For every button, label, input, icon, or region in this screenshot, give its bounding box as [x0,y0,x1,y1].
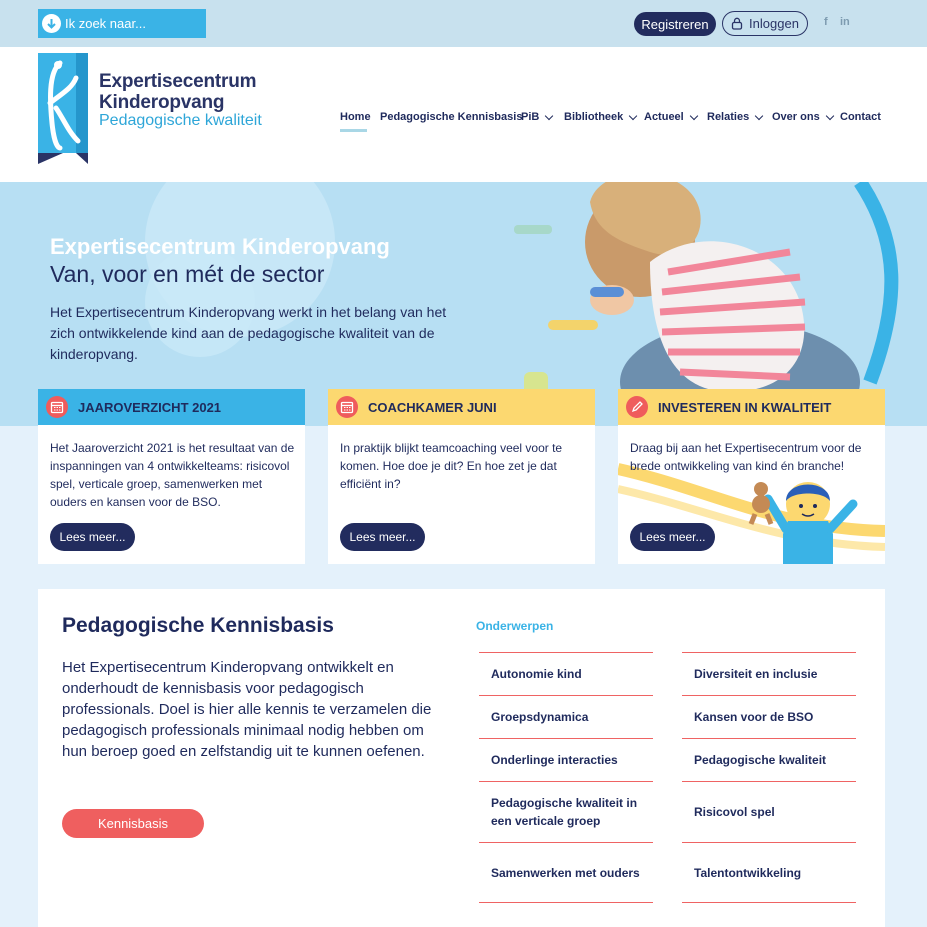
nav-actueel-label: Actueel [644,111,684,123]
card-text: Het Jaaroverzicht 2021 is het resultaat … [50,441,295,509]
nav-over-ons[interactable]: Over ons [772,111,834,123]
hero-subtitle: Van, voor en mét de sector [50,261,325,287]
card-header: COACHKAMER JUNI [328,389,595,425]
chevron-down-icon [825,111,834,120]
chevron-down-icon [689,111,698,120]
nav-bibliotheek[interactable]: Bibliotheek [564,111,638,123]
section-title: Pedagogische Kennisbasis [62,614,334,637]
read-more-button[interactable]: Lees meer... [340,523,425,551]
nav-over-ons-label: Over ons [772,111,820,123]
active-indicator [340,129,367,132]
card-title: INVESTEREN IN KWALITEIT [658,399,832,415]
calendar-icon [46,396,68,418]
card-header: JAAROVERZICHT 2021 [38,389,305,425]
nav-kennisbasis-label: Pedagogische Kennisbasis [380,111,523,123]
chevron-down-icon [629,111,638,120]
nav-kennisbasis[interactable]: Pedagogische Kennisbasis [380,111,522,123]
brand-line-3: Pedagogische kwaliteit [99,112,262,129]
card-text: In praktijk blijkt teamcoaching veel voo… [340,441,563,491]
top-bar: Registreren Inloggen f in [0,0,927,47]
card-text: Draag bij aan het Expertisecentrum voor … [630,441,862,473]
hero-title: Expertisecentrum Kinderopvang [50,234,390,259]
brand-line-2: Kinderopvang [99,92,225,113]
linkedin-icon[interactable]: in [840,16,850,28]
nav-contact[interactable]: Contact [840,111,881,123]
nav-pib-label: PiB [521,111,540,123]
nav-home[interactable]: Home [340,111,371,123]
nav-actueel[interactable]: Actueel [644,111,698,123]
topic-link[interactable]: Pedagogische kwaliteit in een verticale … [479,781,653,842]
card-header: INVESTEREN IN KWALITEIT [618,389,885,425]
nav-pib[interactable]: PiB [521,111,554,123]
register-button[interactable]: Registreren [634,12,716,36]
card-investeren: INVESTEREN IN KWALITEIT Draag bij aan he… [618,389,885,564]
kennisbasis-button[interactable]: Kennisbasis [62,809,204,838]
card-title: JAAROVERZICHT 2021 [78,399,222,415]
download-arrow-icon[interactable] [42,14,61,33]
topic-link[interactable]: Onderlinge interacties [479,738,653,781]
login-label: Inloggen [749,16,799,31]
chevron-down-icon [754,111,764,120]
facebook-icon[interactable]: f [824,16,828,28]
logo-icon[interactable] [38,53,90,164]
topic-link[interactable]: Autonomie kind [479,652,653,695]
section-text: Het Expertisecentrum Kinderopvang ontwik… [62,659,432,760]
pencil-icon [626,396,648,418]
site-header: Expertisecentrum Kinderopvang Pedagogisc… [0,47,927,182]
calendar-icon [336,396,358,418]
search-input[interactable] [65,16,205,31]
search-box[interactable] [38,9,206,38]
brand-line-1: Expertisecentrum [99,71,257,92]
topic-link[interactable]: Kansen voor de BSO [682,695,856,738]
nav-relaties-label: Relaties [707,111,750,123]
card-jaaroverzicht: JAAROVERZICHT 2021 Het Jaaroverzicht 202… [38,389,305,564]
topic-link[interactable]: Groepsdynamica [479,695,653,738]
lock-icon [731,17,743,30]
read-more-button[interactable]: Lees meer... [630,523,715,551]
topics-label: Onderwerpen [476,619,554,633]
chevron-down-icon [545,111,554,120]
nav-home-label: Home [340,111,371,123]
topic-link[interactable]: Diversiteit en inclusie [682,652,856,695]
card-coachkamer: COACHKAMER JUNI In praktijk blijkt teamc… [328,389,595,564]
nav-contact-label: Contact [840,111,881,123]
read-more-button[interactable]: Lees meer... [50,523,135,551]
topic-link[interactable]: Talentontwikkeling [682,842,856,903]
hero-text: Het Expertisecentrum Kinderopvang werkt … [50,304,447,362]
nav-relaties[interactable]: Relaties [707,111,764,123]
nav-bibliotheek-label: Bibliotheek [564,111,624,123]
topic-link[interactable]: Pedagogische kwaliteit [682,738,856,781]
card-title: COACHKAMER JUNI [368,399,497,415]
kennisbasis-section: Pedagogische Kennisbasis Het Expertisece… [38,589,885,927]
login-button[interactable]: Inloggen [722,11,808,36]
topic-link[interactable]: Samenwerken met ouders [479,842,653,903]
topic-link[interactable]: Risicovol spel [682,781,856,842]
